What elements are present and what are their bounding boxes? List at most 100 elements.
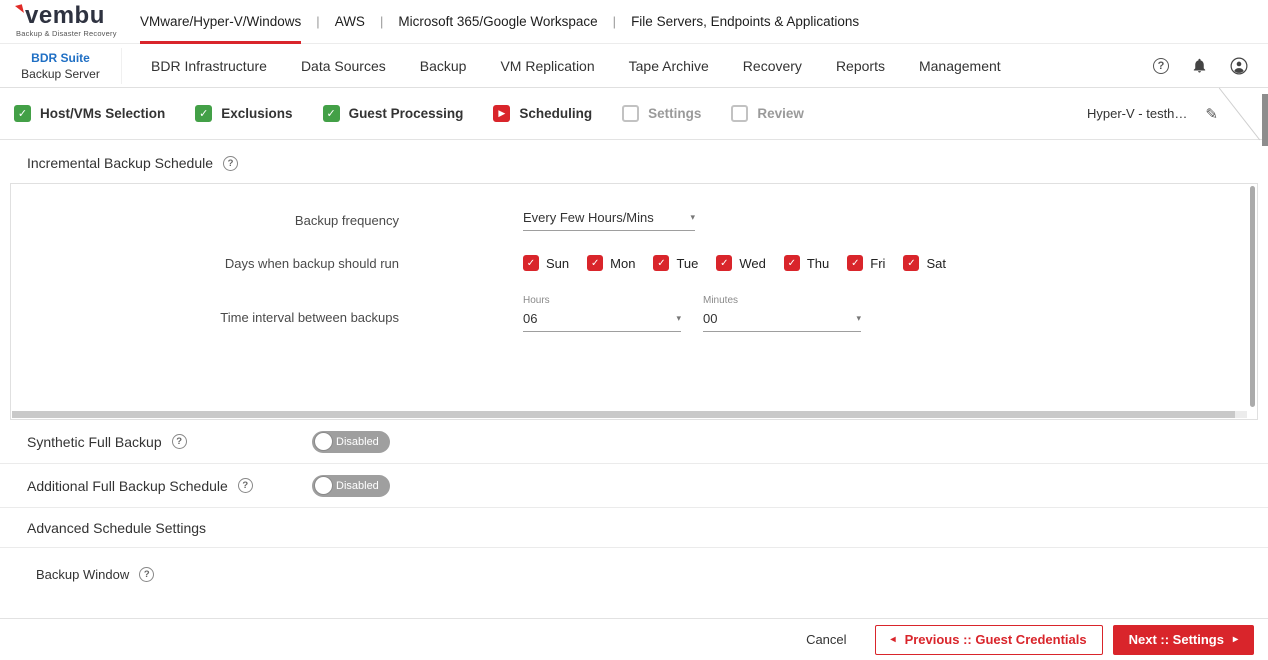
nav-file-servers-endpoints[interactable]: File Servers, Endpoints & Applications (631, 0, 859, 44)
day-checkbox-sun[interactable]: ✓ Sun (523, 255, 569, 271)
checkbox-checked-icon: ✓ (716, 255, 733, 271)
synthetic-full-backup-head: Synthetic Full Backup ? (27, 434, 312, 450)
menu-tape-archive[interactable]: Tape Archive (612, 44, 726, 88)
help-icon[interactable]: ? (171, 434, 187, 449)
cancel-button[interactable]: Cancel (806, 632, 846, 647)
nav-aws[interactable]: AWS (335, 0, 365, 44)
minutes-select[interactable]: 00 ▾ (703, 311, 861, 332)
help-icon[interactable]: ? (223, 155, 238, 171)
time-interval-field: Hours 06 ▾ Minutes 00 ▾ (523, 295, 861, 332)
nav-separator: | (316, 14, 320, 29)
toggle-knob (314, 476, 333, 495)
minutes-label: Minutes (703, 295, 739, 306)
checkbox-checked-icon: ✓ (653, 255, 670, 271)
help-icon[interactable]: ? (139, 567, 155, 582)
hours-label: Hours (523, 295, 550, 306)
additional-full-backup-row: Additional Full Backup Schedule ? Disabl… (0, 464, 1268, 508)
help-button[interactable]: ? (1153, 57, 1169, 74)
day-label: Thu (806, 255, 830, 271)
day-checkbox-tue[interactable]: ✓ Tue (653, 255, 698, 271)
nav-separator: | (612, 14, 617, 29)
user-icon (1230, 57, 1248, 74)
day-checkbox-mon[interactable]: ✓ Mon (587, 255, 635, 271)
day-checkbox-fri[interactable]: ✓ Fri (847, 255, 885, 271)
minutes-value: 00 (703, 311, 718, 326)
backup-window-row: Backup Window ? (0, 548, 1268, 582)
menu-reports[interactable]: Reports (819, 44, 902, 88)
product-subtitle: Backup Server (21, 66, 100, 81)
day-label: Wed (739, 255, 766, 271)
wizard-step-guest-processing[interactable]: ✓ Guest Processing (322, 105, 463, 122)
backup-frequency-label: Backup frequency (294, 213, 399, 228)
day-label: Tue (676, 255, 699, 271)
hours-value: 06 (523, 311, 538, 326)
backup-days-label: Days when backup should run (224, 255, 399, 271)
hours-select[interactable]: 06 ▾ (523, 311, 681, 332)
hours-select-group: Hours 06 ▾ (523, 295, 681, 332)
wizard-step-review[interactable]: Review (731, 105, 804, 122)
panel-horizontal-scrollbar[interactable] (12, 411, 1247, 418)
additional-full-backup-label: Additional Full Backup Schedule (27, 477, 228, 494)
vembu-logo[interactable]: vembu Backup & Disaster Recovery (0, 0, 124, 43)
backup-frequency-field: Every Few Hours/Mins ▾ (523, 210, 695, 231)
nav-separator: | (379, 14, 384, 29)
step-label: Review (757, 106, 804, 121)
logo-row: vembu (15, 4, 124, 28)
check-glyph: ✓ (907, 257, 916, 269)
wizard-step-host-vms-selection[interactable]: ✓ Host/VMs Selection (14, 105, 165, 122)
wizard-step-exclusions[interactable]: ✓ Exclusions (195, 105, 293, 122)
next-settings-button[interactable]: Next :: Settings ▸ (1112, 624, 1254, 655)
step-label: Exclusions (221, 106, 293, 121)
previous-button-label: Previous :: Guest Credentials (904, 632, 1087, 647)
nav-microsoft365-google[interactable]: Microsoft 365/Google Workspace (398, 0, 597, 44)
product-name: BDR Suite (31, 50, 90, 65)
user-account-button[interactable] (1230, 57, 1248, 75)
main-menu: BDR Infrastructure Data Sources Backup V… (134, 44, 1018, 88)
day-checkbox-thu[interactable]: ✓ Thu (783, 255, 830, 271)
caret-down-icon: ▾ (690, 212, 695, 222)
menu-bdr-infrastructure[interactable]: BDR Infrastructure (134, 44, 284, 88)
menu-backup[interactable]: Backup (403, 44, 484, 88)
previous-guest-credentials-button[interactable]: ◂ Previous :: Guest Credentials (874, 624, 1103, 655)
toggle-knob (314, 432, 333, 451)
tab-diagonal-divider (1218, 87, 1261, 141)
backup-frequency-row: Backup frequency Every Few Hours/Mins ▾ (11, 210, 1257, 231)
check-glyph: ✓ (526, 257, 536, 269)
checkbox-checked-icon: ✓ (783, 255, 800, 271)
checkbox-checked-icon: ✓ (587, 255, 604, 271)
check-glyph: ✓ (851, 257, 860, 269)
menu-management[interactable]: Management (902, 44, 1018, 88)
menu-vm-replication[interactable]: VM Replication (483, 44, 611, 88)
synthetic-full-backup-toggle[interactable]: Disabled (312, 430, 390, 453)
check-glyph: ✓ (720, 257, 729, 269)
next-button-label: Next :: Settings (1128, 632, 1224, 647)
backup-frequency-select[interactable]: Every Few Hours/Mins ▾ (523, 210, 695, 231)
check-glyph: ✓ (17, 108, 28, 120)
logo-tagline: Backup & Disaster Recovery (16, 29, 117, 38)
day-checkbox-sat[interactable]: ✓ Sat (903, 255, 946, 271)
additional-full-backup-toggle[interactable]: Disabled (312, 474, 390, 497)
menu-recovery[interactable]: Recovery (726, 44, 819, 88)
menu-data-sources[interactable]: Data Sources (284, 44, 403, 88)
edit-job-name-button[interactable]: ✎ (1205, 105, 1218, 123)
check-glyph: ✓ (590, 257, 600, 269)
incremental-schedule-header: Incremental Backup Schedule ? (0, 140, 1268, 183)
day-label: Fri (870, 255, 886, 271)
day-checkbox-wed[interactable]: ✓ Wed (716, 255, 766, 271)
backup-days-row: Days when backup should run ✓ Sun ✓ Mon … (11, 255, 1257, 271)
nav-vmware-hyperv-windows[interactable]: VMware/Hyper-V/Windows (140, 0, 302, 44)
wizard-step-bar: ✓ Host/VMs Selection ✓ Exclusions ✓ Gues… (0, 87, 1268, 141)
horizontal-scrollbar-thumb[interactable] (12, 411, 1235, 418)
help-icon[interactable]: ? (237, 478, 253, 493)
page-scrollbar-thumb[interactable] (1262, 94, 1268, 146)
backup-frequency-value: Every Few Hours/Mins (523, 210, 654, 225)
edit-icon: ✎ (1205, 105, 1218, 123)
app-bar: BDR Suite Backup Server BDR Infrastructu… (0, 44, 1268, 88)
wizard-step-settings[interactable]: Settings (622, 105, 701, 122)
checkbox-checked-icon: ✓ (322, 105, 340, 122)
bell-icon (1193, 58, 1206, 73)
wizard-step-scheduling[interactable]: ▶ Scheduling (493, 105, 592, 122)
panel-vertical-scrollbar[interactable] (1250, 186, 1255, 407)
advanced-schedule-settings-row[interactable]: Advanced Schedule Settings (0, 508, 1268, 548)
notifications-button[interactable] (1191, 57, 1208, 74)
